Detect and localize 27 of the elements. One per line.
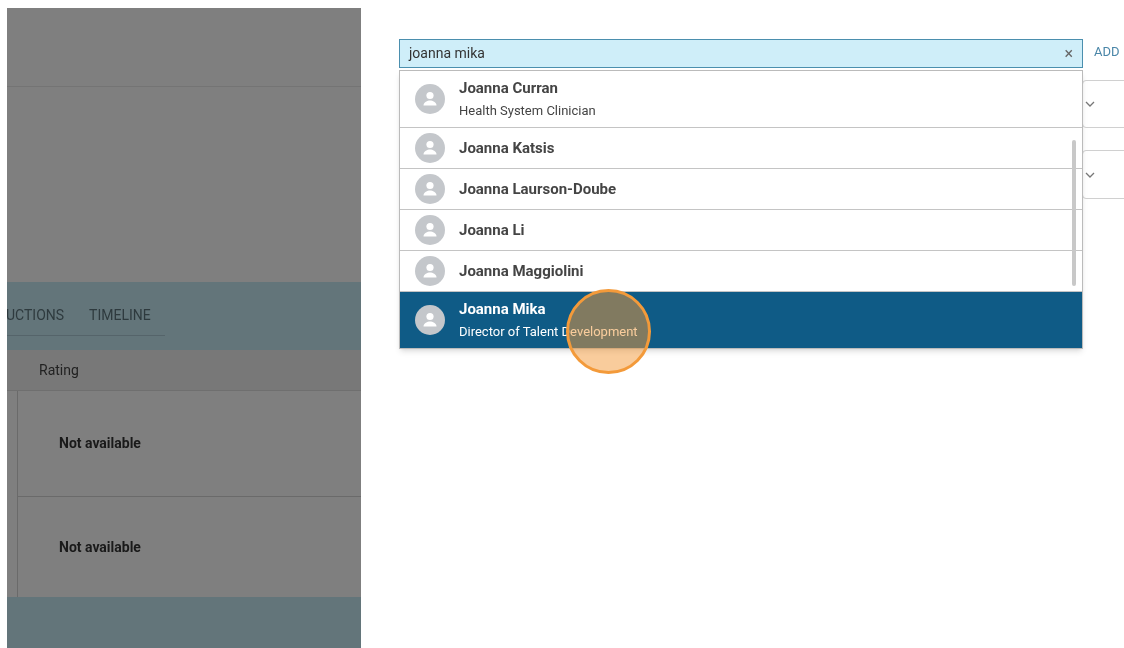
person-name: Joanna Li — [459, 221, 525, 239]
result-item[interactable]: Joanna Li — [400, 210, 1082, 251]
chevron-icon[interactable] — [1085, 101, 1095, 107]
table-cell-text: Not available — [59, 537, 141, 557]
avatar-icon — [415, 133, 445, 163]
result-item[interactable]: Joanna Katsis — [400, 128, 1082, 169]
result-item[interactable]: Joanna Laurson-Doube — [400, 169, 1082, 210]
person-name: Joanna Laurson-Doube — [459, 180, 617, 198]
scrollbar[interactable] — [1072, 140, 1076, 286]
person-name: Joanna Curran — [459, 79, 559, 97]
chevron-icon[interactable] — [1085, 171, 1095, 178]
avatar-icon — [415, 305, 445, 335]
clear-button[interactable]: × — [1064, 41, 1073, 66]
person-name: Joanna Maggiolini — [459, 262, 584, 280]
table-cell-text: Not available — [59, 434, 141, 453]
result-item[interactable]: Joanna Curran Health System Clinician — [400, 71, 1082, 128]
avatar-icon — [415, 215, 445, 245]
avatar-icon — [415, 84, 445, 114]
person-name: Joanna Mika — [459, 300, 547, 318]
search-field[interactable]: joanna mika × — [399, 39, 1083, 68]
column-header: Rating — [39, 360, 79, 380]
avatar-icon — [415, 256, 445, 286]
person-name: Joanna Katsis — [459, 139, 555, 157]
add-link[interactable]: ADD — [1094, 42, 1120, 62]
result-item[interactable]: Joanna Maggiolini — [400, 251, 1082, 292]
person-title: Health System Clinician — [459, 103, 596, 119]
avatar-icon — [415, 174, 445, 204]
